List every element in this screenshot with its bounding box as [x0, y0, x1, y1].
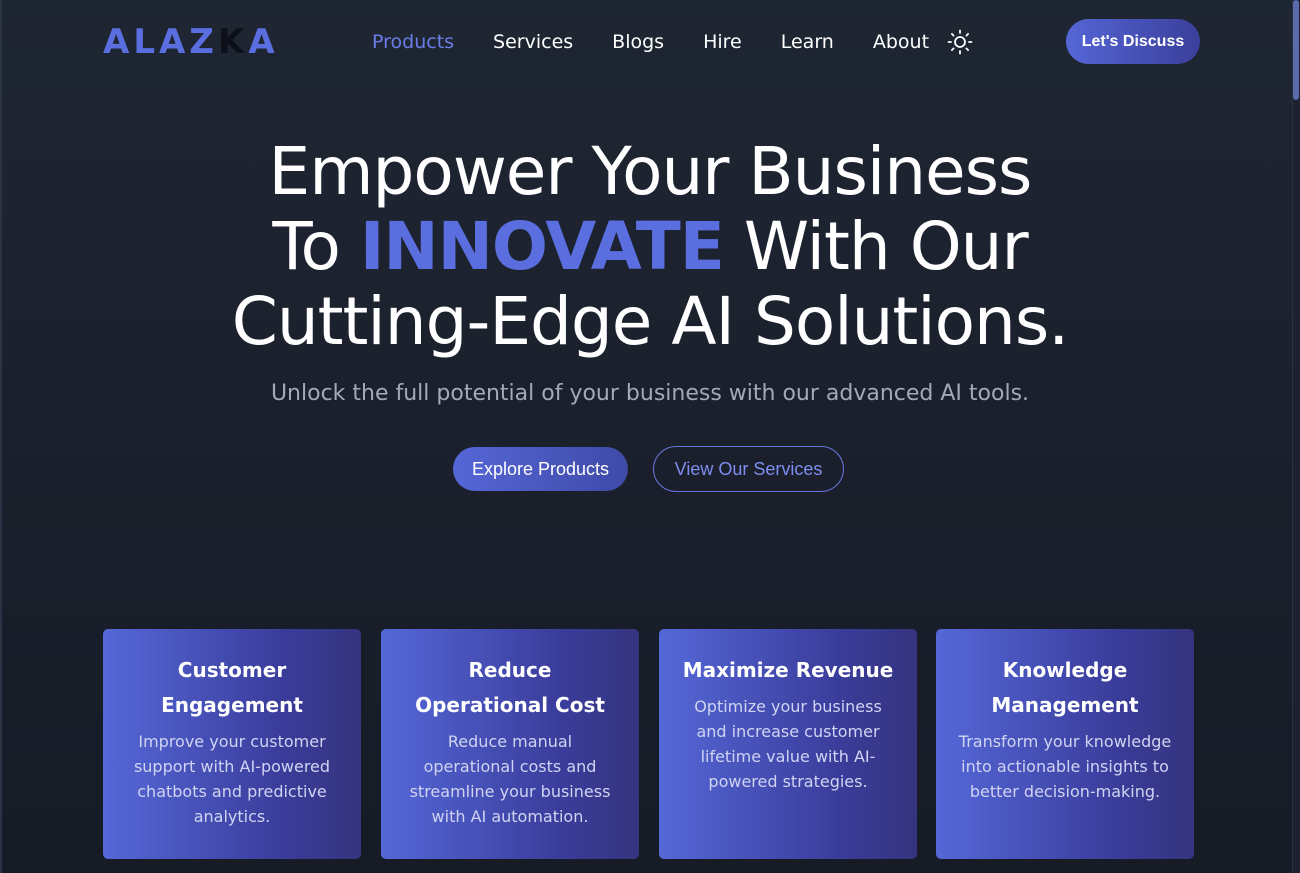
explore-products-button[interactable]: Explore Products — [453, 447, 628, 491]
scrollbar-thumb[interactable] — [1293, 0, 1299, 100]
view-services-button[interactable]: View Our Services — [653, 446, 844, 492]
card-description: Improve your customer support with AI-po… — [133, 732, 331, 826]
logo-text-part: A — [248, 22, 279, 62]
nav-link-services[interactable]: Services — [493, 31, 573, 53]
card-title: Maximize Revenue — [682, 658, 894, 682]
nav-link-products[interactable]: Products — [372, 31, 454, 53]
nav-link-about[interactable]: About — [873, 31, 929, 53]
lets-discuss-button[interactable]: Let's Discuss — [1066, 19, 1200, 64]
logo-text-part: ALAZ — [103, 22, 218, 62]
hero-title: Empower Your Business To INNOVATE With O… — [150, 134, 1150, 359]
hero-title-accent: INNOVATE — [359, 208, 725, 285]
feature-card-knowledge-management[interactable]: Knowledge Management Transform your know… — [936, 629, 1194, 859]
hero-title-line-2-suffix: With Our — [723, 208, 1029, 285]
card-description: Reduce manual operational costs and stre… — [409, 732, 611, 826]
hero-title-line-1: Empower Your Business — [268, 133, 1033, 210]
feature-card-customer-engagement[interactable]: Customer Engagement Improve your custome… — [103, 629, 361, 859]
alazka-logo[interactable]: ALAZKA — [103, 25, 279, 59]
nav-link-blogs[interactable]: Blogs — [612, 31, 664, 53]
card-description: Transform your knowledge into actionable… — [958, 732, 1172, 801]
sun-icon[interactable] — [947, 29, 973, 55]
card-title: Reduce Operational Cost — [415, 658, 605, 717]
nav-links: Products Services Blogs Hire Learn About — [372, 28, 968, 56]
feature-card-maximize-revenue[interactable]: Maximize Revenue Optimize your business … — [659, 629, 917, 859]
top-navigation: ALAZKA Products Services Blogs Hire Lear… — [0, 0, 1292, 86]
hero-title-line-2-prefix: To — [272, 208, 360, 285]
scrollbar[interactable] — [1292, 0, 1300, 873]
feature-card-reduce-operational-cost[interactable]: Reduce Operational Cost Reduce manual op… — [381, 629, 639, 859]
card-description: Optimize your business and increase cust… — [694, 697, 882, 791]
nav-link-hire[interactable]: Hire — [703, 31, 742, 53]
hero-title-line-3: Cutting-Edge AI Solutions. — [231, 283, 1069, 360]
logo-text-part: K — [217, 22, 249, 62]
card-title: Customer Engagement — [161, 658, 303, 717]
nav-link-learn[interactable]: Learn — [781, 31, 834, 53]
hero-subtitle: Unlock the full potential of your busine… — [270, 381, 1030, 406]
sun-icon-graphic — [947, 29, 973, 55]
window-left-edge — [0, 0, 2, 873]
card-title: Knowledge Management — [991, 658, 1139, 717]
